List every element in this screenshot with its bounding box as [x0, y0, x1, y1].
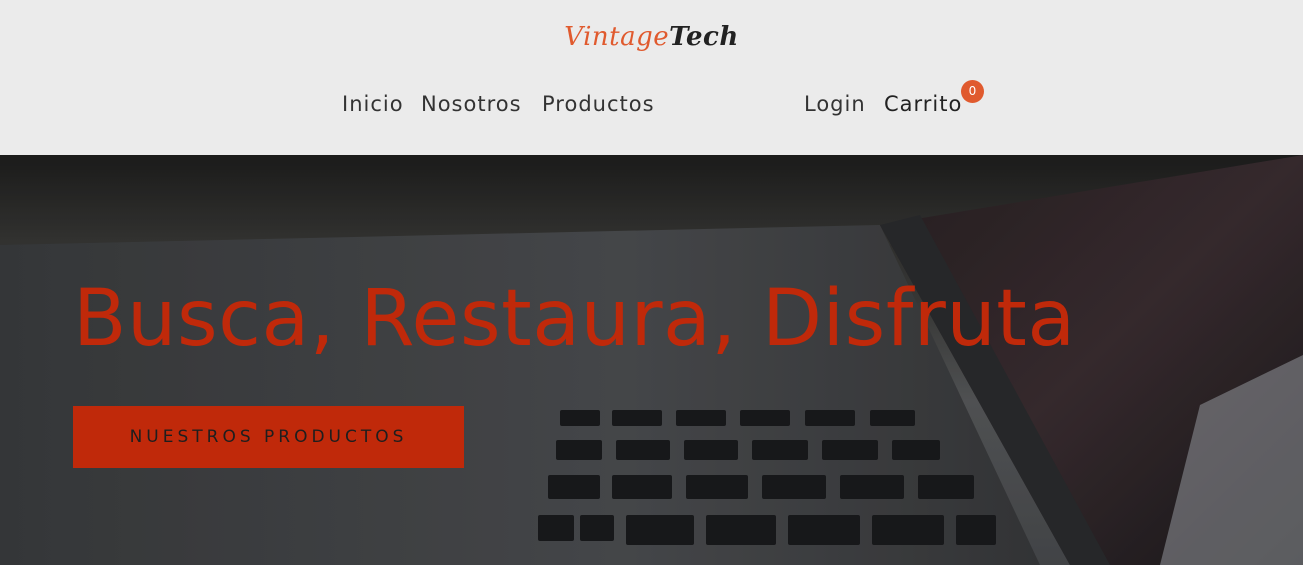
nav-link-carrito[interactable]: Carrito: [884, 92, 962, 116]
logo-text-vintage: Vintage: [564, 22, 670, 52]
nav-link-inicio[interactable]: Inicio: [342, 92, 404, 116]
site-logo[interactable]: VintageTech: [0, 22, 1303, 52]
nav-link-nosotros[interactable]: Nosotros: [421, 92, 522, 116]
site-header: VintageTech Inicio Nosotros Productos Lo…: [0, 0, 1303, 155]
nuestros-productos-button[interactable]: NUESTROS PRODUCTOS: [73, 406, 464, 468]
logo-text-tech: Tech: [669, 22, 739, 52]
cart-count-badge: 0: [961, 80, 984, 103]
hero-section: Busca, Restaura, Disfruta NUESTROS PRODU…: [0, 155, 1303, 565]
hero-title: Busca, Restaura, Disfruta: [73, 274, 1076, 364]
nav-link-login[interactable]: Login: [804, 92, 866, 116]
nav-link-productos[interactable]: Productos: [542, 92, 655, 116]
